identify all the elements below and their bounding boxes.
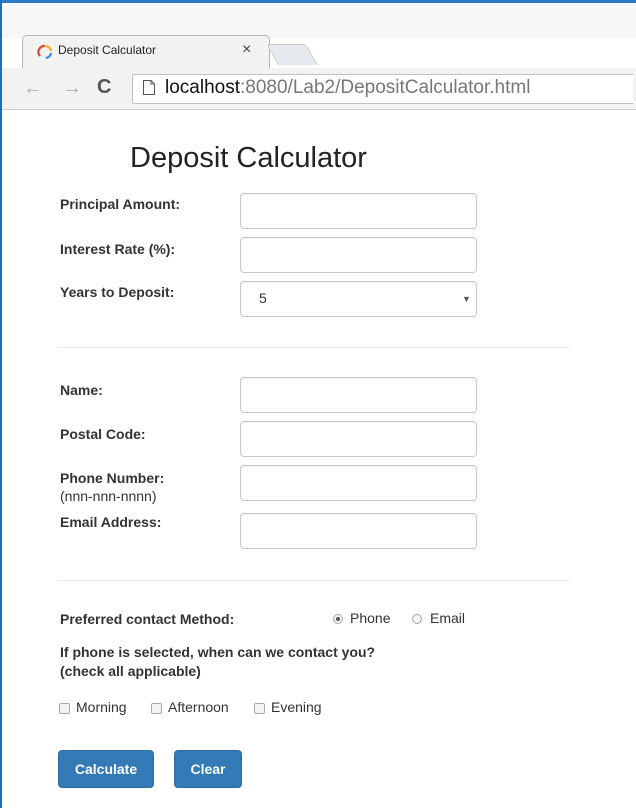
- years-selected-value: 5: [259, 290, 267, 306]
- tab-title: Deposit Calculator: [58, 43, 157, 57]
- interest-rate-input[interactable]: [240, 237, 477, 273]
- email-radio-label[interactable]: Email: [430, 609, 465, 627]
- afternoon-checkbox[interactable]: [151, 703, 162, 714]
- page-title: Deposit Calculator: [130, 142, 367, 174]
- clear-button[interactable]: Clear: [174, 750, 242, 788]
- name-input[interactable]: [240, 377, 477, 413]
- phone-input[interactable]: [240, 465, 477, 501]
- url-path: :8080/Lab2/DepositCalculator.html: [240, 77, 531, 98]
- new-tab-button[interactable]: [265, 44, 319, 65]
- section-divider: [58, 347, 570, 348]
- postal-code-label: Postal Code:: [60, 426, 146, 442]
- phone-radio[interactable]: [333, 614, 343, 624]
- evening-label[interactable]: Evening: [271, 698, 322, 716]
- contact-time-question: If phone is selected, when can we contac…: [60, 644, 376, 660]
- email-label: Email Address:: [60, 514, 162, 530]
- arrow-right-icon[interactable]: →: [62, 75, 82, 101]
- morning-checkbox[interactable]: [59, 703, 70, 714]
- url-host: localhost: [165, 77, 240, 98]
- contact-method-label: Preferred contact Method:: [60, 611, 235, 627]
- contact-time-hint: (check all applicable): [60, 663, 201, 679]
- morning-label[interactable]: Morning: [76, 698, 127, 716]
- section-divider: [58, 580, 570, 581]
- phone-label: Phone Number:: [60, 470, 165, 486]
- tab-close-icon[interactable]: ×: [242, 40, 251, 60]
- phone-radio-label[interactable]: Phone: [350, 609, 390, 627]
- url-text[interactable]: localhost:8080/Lab2/DepositCalculator.ht…: [165, 76, 530, 100]
- name-label: Name:: [60, 382, 103, 398]
- postal-code-input[interactable]: [240, 421, 477, 457]
- principal-input[interactable]: [240, 193, 477, 229]
- evening-checkbox[interactable]: [254, 703, 265, 714]
- email-input[interactable]: [240, 513, 477, 549]
- reload-icon[interactable]: C: [97, 73, 111, 101]
- years-label: Years to Deposit:: [60, 284, 175, 300]
- window-left-border: [0, 0, 2, 808]
- arrow-left-icon[interactable]: ←: [23, 75, 43, 101]
- calculate-button[interactable]: Calculate: [58, 750, 154, 788]
- interest-rate-label: Interest Rate (%):: [60, 241, 176, 257]
- tab-strip: [2, 3, 636, 38]
- favicon-icon: [37, 44, 53, 60]
- chevron-down-icon: ▼: [462, 294, 471, 304]
- years-select[interactable]: [240, 281, 477, 317]
- principal-label: Principal Amount:: [60, 196, 181, 212]
- phone-format-hint: (nnn-nnn-nnnn): [60, 488, 157, 504]
- afternoon-label[interactable]: Afternoon: [168, 698, 229, 716]
- email-radio[interactable]: [412, 614, 422, 624]
- page-icon: [143, 80, 155, 95]
